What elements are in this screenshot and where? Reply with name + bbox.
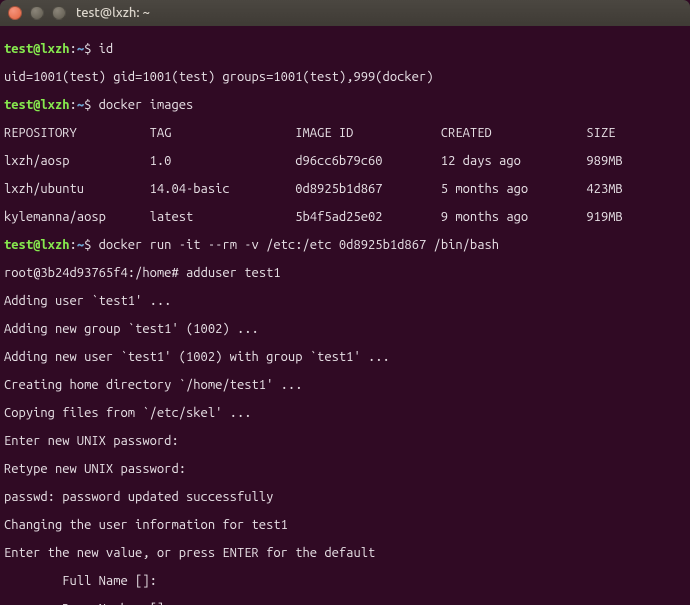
maximize-icon[interactable] [52, 6, 66, 20]
command-input: adduser test1 [186, 266, 281, 280]
docker-images-row: kylemanna/aosp latest 5b4f5ad25e02 9 mon… [4, 210, 686, 224]
terminal-window: test@lxzh: ~ test@lxzh:~$ id uid=1001(te… [0, 0, 690, 605]
output-line: Enter the new value, or press ENTER for … [4, 546, 686, 560]
output-line: Enter new UNIX password: [4, 434, 686, 448]
prompt-user: test@lxzh [4, 98, 70, 112]
output-line: Full Name []: [4, 574, 686, 588]
command-input: docker run -it --rm -v /etc:/etc 0d8925b… [99, 238, 499, 252]
docker-images-header: REPOSITORY TAG IMAGE ID CREATED SIZE [4, 126, 686, 140]
close-icon[interactable] [8, 6, 22, 20]
output-line: Copying files from `/etc/skel' ... [4, 406, 686, 420]
output-line: Adding new group `test1' (1002) ... [4, 322, 686, 336]
prompt-path: ~ [77, 238, 84, 252]
prompt-path: ~ [77, 98, 84, 112]
minimize-icon[interactable] [30, 6, 44, 20]
output-line: Creating home directory `/home/test1' ..… [4, 378, 686, 392]
command-input: id [99, 42, 114, 56]
output-line: Adding user `test1' ... [4, 294, 686, 308]
prompt-user: test@lxzh [4, 42, 70, 56]
titlebar[interactable]: test@lxzh: ~ [0, 0, 690, 26]
container-prompt: root@3b24d93765f4:/home# [4, 266, 186, 280]
window-buttons [8, 6, 66, 20]
window-title: test@lxzh: ~ [76, 6, 150, 20]
output-line: uid=1001(test) gid=1001(test) groups=100… [4, 70, 686, 84]
terminal-viewport[interactable]: test@lxzh:~$ id uid=1001(test) gid=1001(… [0, 26, 690, 605]
docker-images-row: lxzh/ubuntu 14.04-basic 0d8925b1d867 5 m… [4, 182, 686, 196]
command-input: docker images [99, 98, 194, 112]
docker-images-row: lxzh/aosp 1.0 d96cc6b79c60 12 days ago 9… [4, 154, 686, 168]
output-line: Adding new user `test1' (1002) with grou… [4, 350, 686, 364]
output-line: passwd: password updated successfully [4, 490, 686, 504]
prompt-path: ~ [77, 42, 84, 56]
output-line: Changing the user information for test1 [4, 518, 686, 532]
output-line: Retype new UNIX password: [4, 462, 686, 476]
prompt-user: test@lxzh [4, 238, 70, 252]
